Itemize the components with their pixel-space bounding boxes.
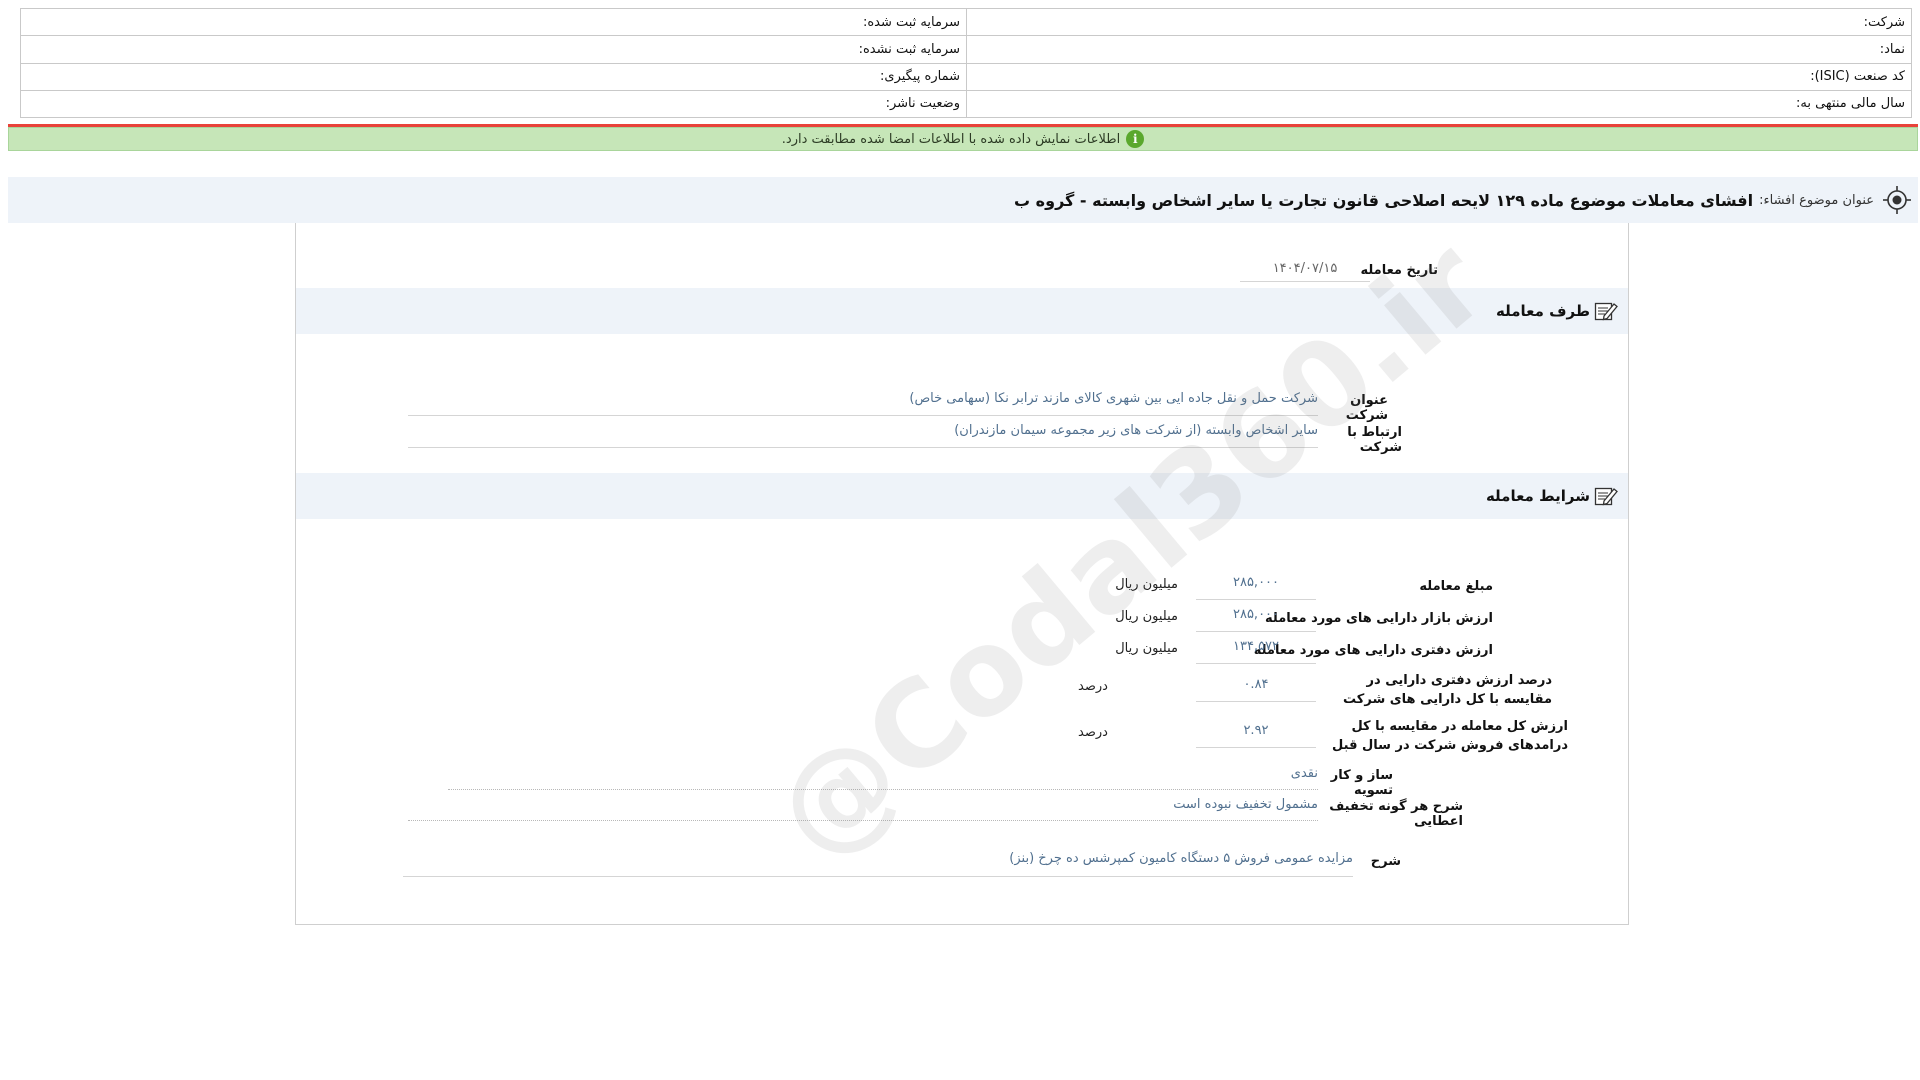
settlement-value: نقدی	[1290, 766, 1318, 781]
subject-label: عنوان موضوع افشاء:	[1759, 192, 1874, 208]
transaction-date-label: تاریخ معامله	[1360, 263, 1438, 278]
book-value-percent-value: ۰.۸۴	[1196, 677, 1316, 702]
market-value-unit: میلیون ریال	[1115, 609, 1178, 624]
transaction-amount-unit: میلیون ریال	[1115, 577, 1178, 592]
info-row: شرکت: سرمایه ثبت شده:	[20, 7, 1912, 37]
disclosure-panel: تاریخ معامله ۱۴۰۴/۰۷/۱۵ طرف معامله عنوان…	[295, 223, 1629, 925]
company-name-underline	[408, 415, 1318, 416]
info-icon: i	[1126, 130, 1145, 148]
company-info-table: شرکت: سرمایه ثبت شده: نماد: سرمایه ثبت ن…	[20, 7, 1912, 119]
target-icon	[1883, 186, 1911, 214]
edit-icon	[1594, 487, 1618, 506]
market-value-value: ۲۸۵,۰۰۰	[1196, 607, 1316, 632]
description-value: مزایده عمومی فروش ۵ دستگاه کامیون کمپرشس…	[1009, 851, 1353, 866]
description-label: شرح	[1370, 854, 1401, 869]
discount-value: مشمول تخفیف نبوده است	[1173, 797, 1318, 812]
verification-status-bar: i اطلاعات نمایش داده شده با اطلاعات امضا…	[8, 127, 1918, 151]
publisher-status-label: وضعیت ناشر:	[20, 89, 967, 119]
relation-label: ارتباط با شرکت	[1347, 425, 1402, 455]
terms-section-header: شرایط معامله	[296, 473, 1628, 519]
edit-icon	[1594, 302, 1618, 321]
sales-ratio-unit: درصد	[1078, 725, 1108, 740]
info-row: سال مالی منتهی به: وضعیت ناشر:	[20, 89, 1912, 119]
sales-ratio-label: ارزش کل معامله در مقایسه با کل درامدهای …	[1332, 719, 1568, 753]
company-label: شرکت:	[966, 7, 1912, 37]
discount-label: شرح هر گونه تخفیف اعطایی	[1329, 799, 1463, 829]
symbol-label: نماد:	[966, 35, 1912, 64]
company-name-value: شرکت حمل و نقل جاده ایی بین شهری کالای م…	[909, 391, 1318, 406]
company-name-label: عنوان شرکت	[1345, 393, 1388, 423]
relation-value: سایر اشخاص وابسته (از شرکت های زیر مجموع…	[954, 423, 1318, 438]
registered-capital-label: سرمایه ثبت شده:	[20, 7, 967, 37]
discount-underline	[408, 820, 1318, 821]
transaction-date-value: ۱۴۰۴/۰۷/۱۵	[1240, 261, 1370, 282]
verification-message: اطلاعات نمایش داده شده با اطلاعات امضا ش…	[781, 131, 1121, 147]
transaction-amount-value: ۲۸۵,۰۰۰	[1196, 575, 1316, 600]
book-value-percent-unit: درصد	[1078, 679, 1108, 694]
subject-title: افشای معاملات موضوع ماده ۱۲۹ لایحه اصلاح…	[1014, 190, 1754, 210]
terms-section-title: شرایط معامله	[1485, 487, 1590, 505]
settlement-label: ساز و کار تسویه	[1330, 768, 1393, 798]
disclosure-subject-bar: عنوان موضوع افشاء: افشای معاملات موضوع م…	[8, 177, 1918, 223]
book-value-percent-label: درصد ارزش دفتری دارایی در مقایسه با کل د…	[1343, 673, 1552, 707]
description-underline	[403, 876, 1353, 877]
unregistered-capital-label: سرمایه ثبت نشده:	[20, 35, 967, 64]
party-section-title: طرف معامله	[1496, 302, 1590, 320]
book-value-unit: میلیون ریال	[1115, 641, 1178, 656]
sales-ratio-value: ۲.۹۲	[1196, 723, 1316, 748]
info-row: نماد: سرمایه ثبت نشده:	[20, 35, 1912, 64]
party-section-header: طرف معامله	[296, 288, 1628, 334]
isic-label: کد صنعت (ISIC):	[966, 62, 1912, 91]
info-row: کد صنعت (ISIC): شماره پیگیری:	[20, 62, 1912, 91]
book-value-value: ۱۳۴,۵۷۲	[1196, 639, 1316, 664]
fiscal-year-label: سال مالی منتهی به:	[966, 89, 1912, 119]
tracking-number-label: شماره پیگیری:	[20, 62, 967, 91]
settlement-underline	[448, 789, 1318, 790]
relation-underline	[408, 447, 1318, 448]
